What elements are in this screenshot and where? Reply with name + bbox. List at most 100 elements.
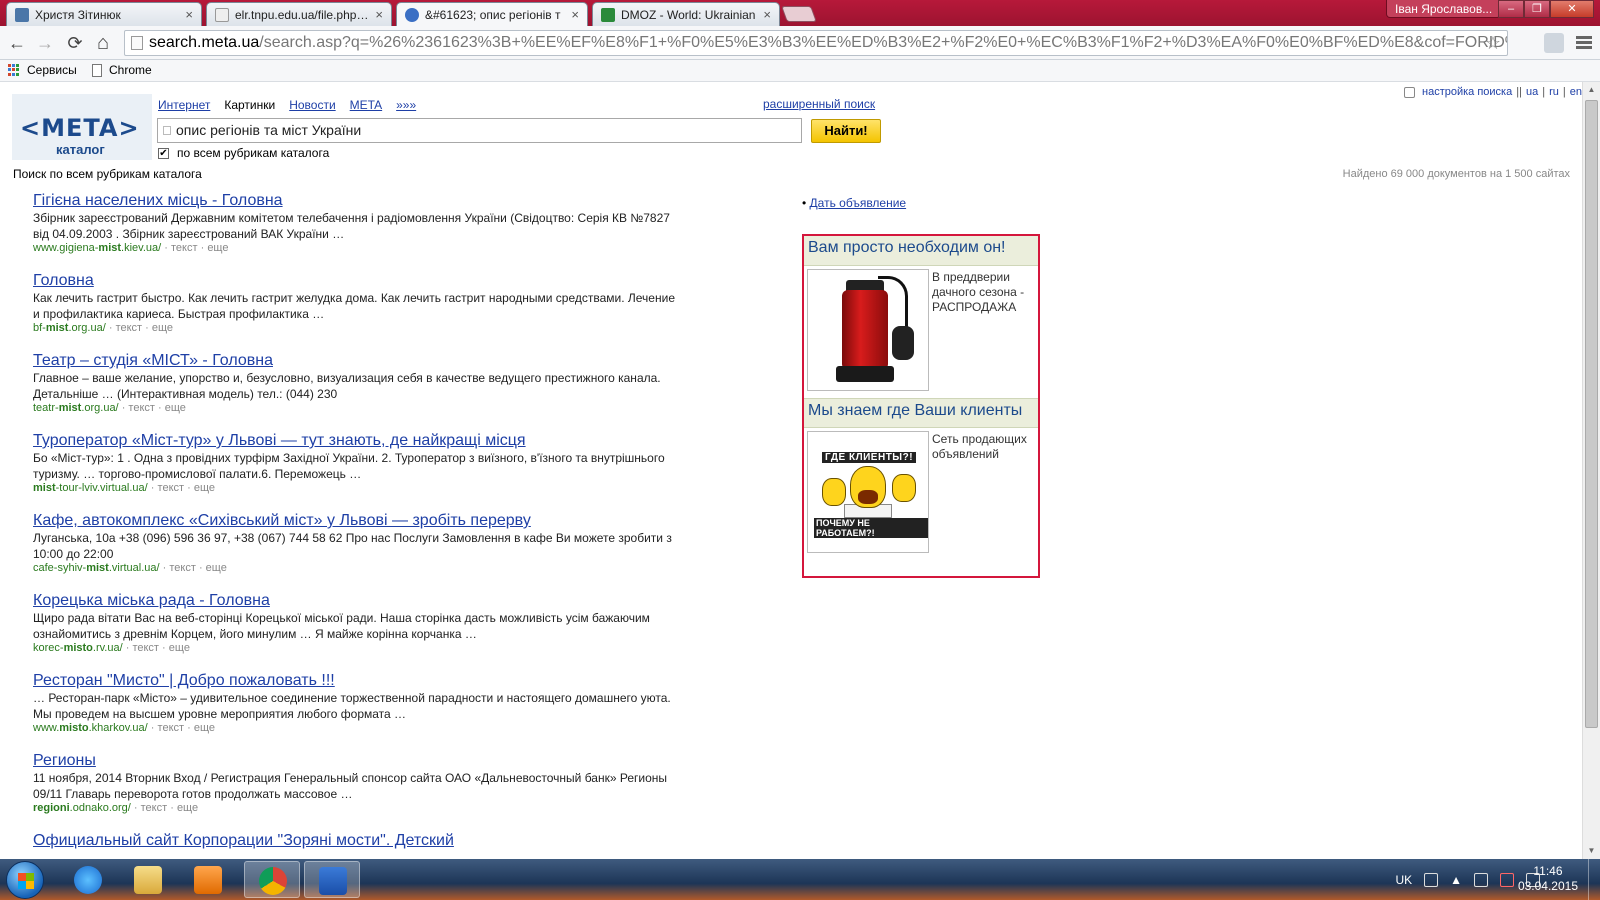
meme-caption-top: ГДЕ КЛИЕНТЫ?! bbox=[822, 452, 917, 463]
bookmark-star-icon[interactable]: ☆ bbox=[1485, 31, 1501, 55]
bookmark-services[interactable]: Сервисы bbox=[8, 63, 77, 77]
bookmark-chrome[interactable]: Chrome bbox=[92, 63, 152, 77]
advanced-search-link[interactable]: расширенный поиск bbox=[763, 97, 875, 111]
result-text-link[interactable]: текст bbox=[128, 402, 155, 414]
tab-1[interactable]: Христя Зітинюк × bbox=[6, 2, 202, 26]
profile-user-badge[interactable]: Іван Ярославов... bbox=[1386, 0, 1502, 18]
ad-body[interactable]: В преддверии дачного сезона - РАСПРОДАЖА bbox=[804, 266, 1038, 398]
start-button[interactable] bbox=[6, 861, 44, 899]
lang-ru-link[interactable]: ru bbox=[1549, 86, 1559, 98]
result-title-link[interactable]: Головна bbox=[33, 272, 94, 290]
tab-close-icon[interactable]: × bbox=[185, 7, 193, 22]
vtab-images[interactable]: Картинки bbox=[224, 98, 275, 112]
result-url[interactable]: www.misto.kharkov.ua/ bbox=[33, 722, 148, 734]
result-title-link[interactable]: Туроператор «Міст-тур» у Львові — тут зн… bbox=[33, 432, 526, 450]
result-text-link[interactable]: текст bbox=[116, 322, 143, 334]
post-ad-link[interactable]: Дать объявление bbox=[810, 196, 907, 210]
find-button[interactable]: Найти! bbox=[811, 119, 881, 143]
result-url[interactable]: korec-misto.rv.ua/ bbox=[33, 642, 123, 654]
tab-3-active[interactable]: &#61623; опис регіонів т × bbox=[396, 2, 588, 26]
ad-body[interactable]: ГДЕ КЛИЕНТЫ?! ПОЧЕМУ НЕ РАБОТАЕМ?! Сеть … bbox=[804, 428, 1038, 560]
result-text-link[interactable]: текст bbox=[158, 722, 185, 734]
extension-icon[interactable] bbox=[1544, 33, 1564, 53]
result-url[interactable]: cafe-syhiv-mist.virtual.ua/ bbox=[33, 562, 160, 574]
result-url[interactable]: mist-tour-lviv.virtual.ua/ bbox=[33, 482, 148, 494]
result-text-link[interactable]: текст bbox=[158, 482, 185, 494]
tab-2[interactable]: elr.tnpu.edu.ua/file.php/1( × bbox=[206, 2, 392, 26]
result-title-link[interactable]: Официальный сайт Корпорации "Зоряні мост… bbox=[33, 832, 454, 850]
result-url[interactable]: regioni.odnako.org/ bbox=[33, 802, 131, 814]
maximize-button[interactable]: ❐ bbox=[1524, 0, 1550, 18]
back-arrow-icon[interactable]: ← bbox=[6, 32, 28, 54]
scroll-up-arrow-icon[interactable]: ▲ bbox=[1583, 82, 1600, 98]
catalog-checkbox[interactable]: ✔ bbox=[158, 147, 169, 159]
result-title-link[interactable]: Регионы bbox=[33, 752, 96, 770]
ad-headline[interactable]: Вам просто необходим он! bbox=[804, 236, 1038, 266]
result-more-link[interactable]: еще bbox=[194, 482, 215, 494]
scroll-down-arrow-icon[interactable]: ▼ bbox=[1583, 843, 1600, 859]
home-icon[interactable]: ⌂ bbox=[92, 32, 114, 54]
taskbar-ie[interactable] bbox=[60, 861, 116, 898]
taskbar-media-player[interactable] bbox=[180, 861, 236, 898]
meta-logo[interactable]: <META> каталог bbox=[12, 94, 152, 160]
taskbar-chrome[interactable] bbox=[244, 861, 300, 898]
result-more-link[interactable]: еще bbox=[165, 402, 186, 414]
result-more-link[interactable]: еще bbox=[194, 722, 215, 734]
taskbar-word[interactable] bbox=[304, 861, 360, 898]
vtab-internet[interactable]: Интернет bbox=[158, 98, 210, 112]
vtab-more[interactable]: »»» bbox=[396, 98, 416, 112]
result-more-link[interactable]: еще bbox=[169, 642, 190, 654]
new-tab-button[interactable] bbox=[781, 6, 817, 22]
show-desktop-button[interactable] bbox=[1588, 859, 1600, 900]
tab-close-icon[interactable]: × bbox=[571, 7, 579, 22]
result-title-link[interactable]: Гігієна населених місць - Головна bbox=[33, 192, 283, 210]
result-title-link[interactable]: Ресторан "Мисто" | Добро пожаловать !!! bbox=[33, 672, 335, 690]
tab-4[interactable]: DMOZ - World: Ukrainian × bbox=[592, 2, 780, 26]
result-more-link[interactable]: еще bbox=[177, 802, 198, 814]
chrome-menu-icon[interactable] bbox=[1576, 34, 1592, 52]
vtab-news[interactable]: Новости bbox=[289, 98, 335, 112]
result-text-link[interactable]: текст bbox=[141, 802, 168, 814]
reload-icon[interactable]: ⟳ bbox=[64, 32, 86, 54]
result-title-link[interactable]: Театр – студія «МІСТ» - Головна bbox=[33, 352, 273, 370]
result-url[interactable]: teatr-mist.org.ua/ bbox=[33, 402, 119, 414]
search-settings-link[interactable]: настройка поиска bbox=[1422, 86, 1512, 98]
meme-ad-image[interactable]: ГДЕ КЛИЕНТЫ?! ПОЧЕМУ НЕ РАБОТАЕМ?! bbox=[807, 431, 929, 553]
result-text-link[interactable]: текст bbox=[132, 642, 159, 654]
result-more-link[interactable]: еще bbox=[152, 322, 173, 334]
tray-expand-icon[interactable]: ▲ bbox=[1450, 873, 1462, 887]
vtab-meta[interactable]: META bbox=[350, 98, 382, 112]
scrollbar-thumb[interactable] bbox=[1585, 100, 1598, 728]
result-more-link[interactable]: еще bbox=[207, 242, 228, 254]
ad-text[interactable]: В преддверии дачного сезона - РАСПРОДАЖА bbox=[932, 270, 1038, 315]
volume-icon[interactable] bbox=[1474, 872, 1488, 887]
result-url[interactable]: bf-mist.org.ua/ bbox=[33, 322, 106, 334]
pump-product-image[interactable] bbox=[807, 269, 929, 391]
forward-arrow-icon[interactable]: → bbox=[34, 32, 56, 54]
search-input[interactable]: опис регіонів та міст України bbox=[157, 118, 802, 143]
result-text-link[interactable]: текст bbox=[171, 242, 198, 254]
language-indicator[interactable]: UK bbox=[1395, 873, 1412, 887]
gear-icon[interactable] bbox=[1404, 86, 1415, 98]
lang-ua-link[interactable]: ua bbox=[1526, 86, 1538, 98]
minimize-button[interactable]: – bbox=[1498, 0, 1524, 18]
ad-headline[interactable]: Мы знаем где Ваши клиенты bbox=[804, 398, 1038, 428]
catalog-checkbox-row[interactable]: ✔ по всем рубрикам каталога bbox=[158, 146, 329, 160]
address-bar[interactable]: search.meta.ua/search.asp?q=%26%2361623%… bbox=[124, 30, 1508, 56]
result-more-link[interactable]: еще bbox=[206, 562, 227, 574]
tab-close-icon[interactable]: × bbox=[763, 7, 771, 22]
taskbar-explorer[interactable] bbox=[120, 861, 176, 898]
result-title-link[interactable]: Корецька міська рада - Головна bbox=[33, 592, 270, 610]
ad-text[interactable]: Сеть продающих объявлений bbox=[932, 432, 1038, 462]
result-text-link[interactable]: текст bbox=[169, 562, 196, 574]
result-title-link[interactable]: Кафе, автокомплекс «Сихівський міст» у Л… bbox=[33, 512, 531, 530]
result-url[interactable]: www.gigiena-mist.kiev.ua/ bbox=[33, 242, 161, 254]
close-window-button[interactable]: ✕ bbox=[1550, 0, 1594, 18]
tab-close-icon[interactable]: × bbox=[375, 7, 383, 22]
page-info-icon[interactable] bbox=[131, 36, 143, 50]
taskbar-clock[interactable]: 11:46 03.04.2015 bbox=[1518, 864, 1578, 894]
page-scrollbar[interactable]: ▲ ▼ bbox=[1582, 82, 1600, 859]
keyboard-icon[interactable] bbox=[1424, 872, 1439, 887]
network-error-icon[interactable] bbox=[1500, 872, 1514, 887]
lang-en-link[interactable]: en bbox=[1570, 86, 1582, 98]
